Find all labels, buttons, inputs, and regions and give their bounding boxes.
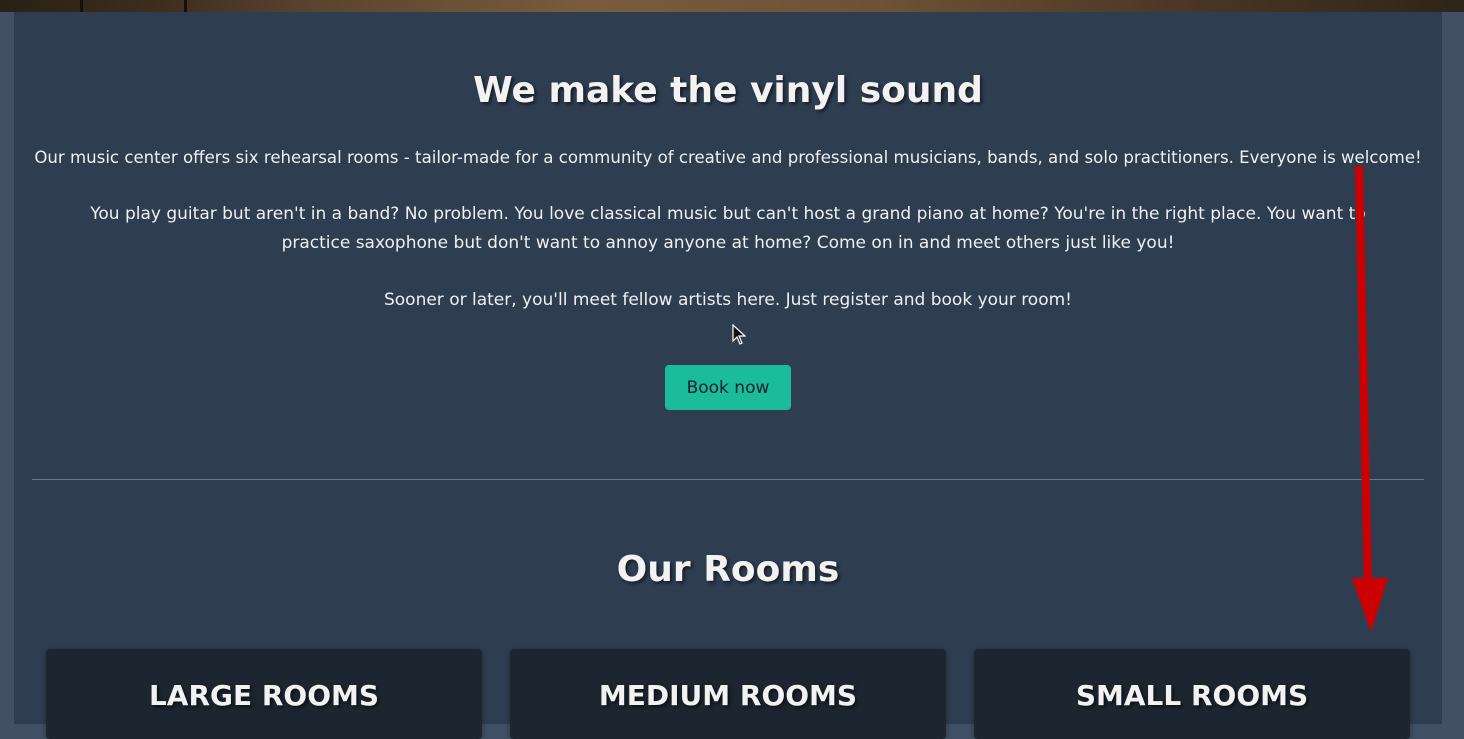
room-card-medium[interactable]: MEDIUM ROOMS [510,649,946,739]
room-card-title: SMALL ROOMS [1075,679,1309,712]
rooms-section-title: Our Rooms [616,549,840,590]
intro-paragraph-2: You play guitar but aren't in a band? No… [90,204,1366,253]
room-card-small[interactable]: SMALL ROOMS [974,649,1410,739]
section-divider [32,479,1424,480]
room-card-title: MEDIUM ROOMS [598,679,858,712]
room-card-large[interactable]: LARGE ROOMS [46,649,482,739]
main-content: We make the vinyl sound Our music center… [14,12,1442,739]
book-now-button[interactable]: Book now [665,365,791,410]
page-title: We make the vinyl sound [473,70,983,111]
room-card-title: LARGE ROOMS [148,679,380,712]
intro-paragraph-3: Sooner or later, you'll meet fellow arti… [383,290,1072,310]
hero-image-detail [80,0,83,12]
intro-paragraph-1: Our music center offers six rehearsal ro… [34,148,1422,167]
mouse-cursor-icon [732,324,746,345]
hero-image-detail [184,0,187,12]
hero-image-strip [0,0,1464,12]
